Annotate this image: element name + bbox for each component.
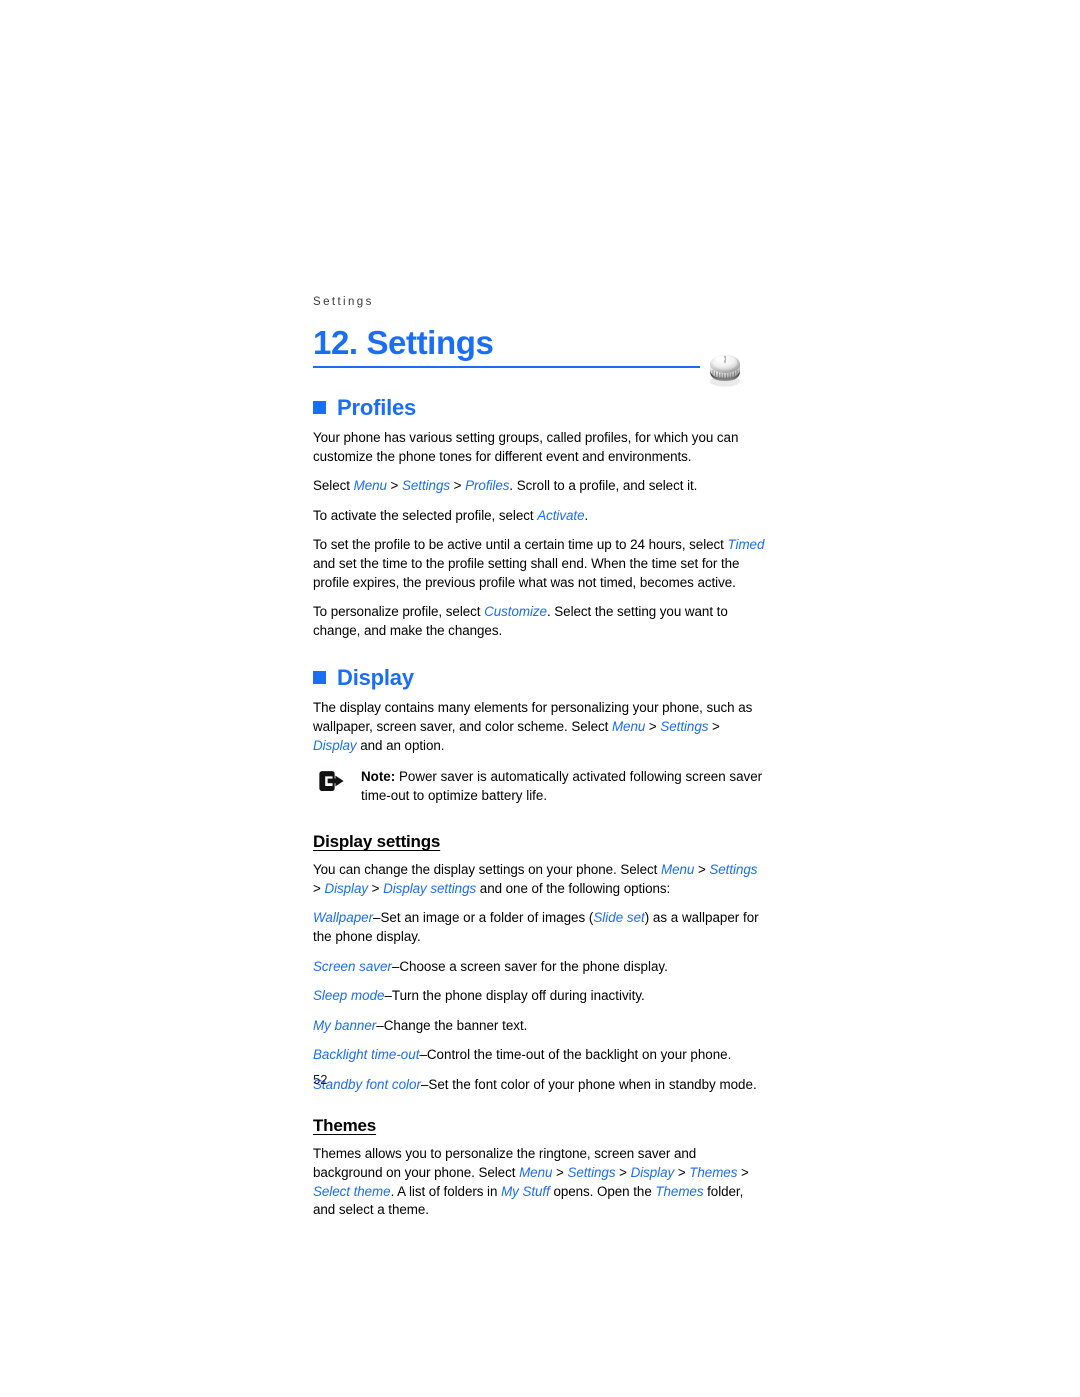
subheading-display-settings: Display settings: [313, 832, 441, 852]
square-bullet-icon: [313, 401, 326, 414]
text-run: Set the font color of your phone when in…: [428, 1076, 757, 1092]
text-run: To personalize profile, select: [313, 604, 485, 620]
title-rule: [313, 366, 700, 368]
ui-term: Select theme: [313, 1183, 391, 1199]
option-item: My banner–Change the banner text.: [313, 1017, 767, 1036]
option-term: My banner: [313, 1017, 377, 1033]
separator: >: [386, 478, 403, 494]
option-item: Standby font color–Set the font color of…: [313, 1076, 767, 1095]
text-run: and set the time to the profile setting …: [313, 555, 740, 590]
ui-term: Timed: [727, 537, 765, 553]
manual-page: Settings 12. Settings Profiles Your phon…: [0, 0, 1080, 1397]
note-text: Note: Power saver is automatically activ…: [361, 768, 767, 805]
note-arrow-icon: [319, 769, 345, 793]
option-term: Wallpaper: [313, 910, 374, 926]
text-run: Choose a screen saver for the phone disp…: [399, 958, 668, 974]
square-bullet-icon: [313, 671, 326, 685]
separator: >: [313, 880, 325, 896]
text-run: opens. Open the: [549, 1183, 656, 1199]
paragraph: Select Menu > Settings > Profiles. Scrol…: [313, 477, 767, 496]
ui-term: Settings: [567, 1165, 616, 1181]
option-item: Backlight time-out–Control the time-out …: [313, 1046, 767, 1065]
ui-term: Profiles: [465, 478, 510, 494]
text-run: .: [584, 507, 589, 523]
dash: –: [419, 1047, 427, 1063]
section-heading-display: Display: [313, 666, 767, 690]
ui-term: Slide set: [593, 910, 645, 926]
separator: >: [552, 1165, 568, 1181]
option-item: Sleep mode–Turn the phone display off du…: [313, 987, 767, 1006]
paragraph: You can change the display settings on y…: [313, 861, 767, 898]
paragraph: Your phone has various setting groups, c…: [313, 430, 739, 464]
option-item: Wallpaper–Set an image or a folder of im…: [313, 909, 767, 946]
section-heading-label: Profiles: [337, 395, 417, 420]
text-run: Control the time-out of the backlight on…: [426, 1047, 732, 1063]
option-term: Sleep mode: [313, 988, 385, 1004]
paragraph: To personalize profile, select Customize…: [313, 603, 767, 640]
ui-term: Settings: [660, 718, 709, 734]
paragraph: The display contains many elements for p…: [313, 699, 767, 755]
ui-term: Menu: [519, 1165, 553, 1181]
separator: >: [645, 718, 661, 734]
dash: –: [376, 1017, 384, 1033]
text-run: Turn the phone display off during inacti…: [391, 988, 645, 1004]
separator: >: [708, 718, 720, 734]
option-item: Screen saver–Choose a screen saver for t…: [313, 958, 767, 977]
section-heading-label: Display: [337, 665, 414, 691]
separator: >: [737, 1165, 749, 1181]
paragraph: Themes allows you to personalize the rin…: [313, 1145, 767, 1219]
ui-term: Settings: [709, 862, 758, 878]
text-run: To activate the selected profile, select: [313, 507, 538, 523]
text-run: and an option.: [356, 737, 445, 753]
text-run: . A list of folders in: [390, 1183, 502, 1199]
ui-term: Display: [324, 880, 369, 896]
text-run: . Scroll to a profile, and select it.: [509, 478, 698, 494]
page-content: Settings 12. Settings Profiles Your phon…: [313, 296, 767, 1231]
ui-term: My Stuff: [501, 1183, 550, 1199]
ui-term: Themes: [689, 1165, 738, 1181]
ui-term: Menu: [353, 478, 387, 494]
running-header: Settings: [313, 296, 374, 308]
text-run: Change the banner text.: [383, 1017, 528, 1033]
section-heading-profiles: Profiles: [313, 396, 767, 420]
separator: >: [450, 478, 466, 494]
ui-term: Settings: [402, 478, 450, 494]
text-run: Select: [313, 478, 354, 494]
ui-term: Menu: [660, 862, 695, 878]
text-run: To set the profile to be active until a …: [313, 537, 728, 553]
page-number: 52: [313, 1072, 328, 1087]
separator: >: [368, 880, 384, 896]
ui-term: Menu: [611, 718, 646, 734]
ui-term: Customize: [484, 604, 547, 620]
text-run: Power saver is automatically activated f…: [361, 769, 763, 803]
separator: >: [615, 1165, 631, 1181]
paragraph: To set the profile to be active until a …: [313, 536, 767, 592]
dash: –: [384, 988, 392, 1004]
chapter-title-block: 12. Settings: [313, 324, 767, 370]
text-run: and one of the following options:: [476, 880, 671, 896]
ui-term: Display settings: [383, 880, 477, 896]
note-label: Note:: [361, 769, 396, 785]
option-term: Screen saver: [313, 958, 392, 974]
dash: –: [373, 910, 381, 926]
paragraph: To activate the selected profile, select…: [313, 507, 767, 526]
option-term: Standby font color: [313, 1076, 421, 1092]
ui-term: Display: [630, 1165, 675, 1181]
page-title: 12. Settings: [313, 324, 494, 361]
text-run: Set an image or a folder of images (: [380, 910, 594, 926]
separator: >: [694, 862, 710, 878]
note-block: Note: Power saver is automatically activ…: [313, 768, 767, 810]
separator: >: [674, 1165, 690, 1181]
ui-term: Activate: [537, 507, 585, 523]
ui-term: Display: [313, 737, 357, 753]
ui-term: Themes: [655, 1183, 704, 1199]
subheading-themes: Themes: [313, 1116, 377, 1136]
text-run: You can change the display settings on y…: [313, 862, 661, 878]
option-term: Backlight time-out: [313, 1047, 420, 1063]
